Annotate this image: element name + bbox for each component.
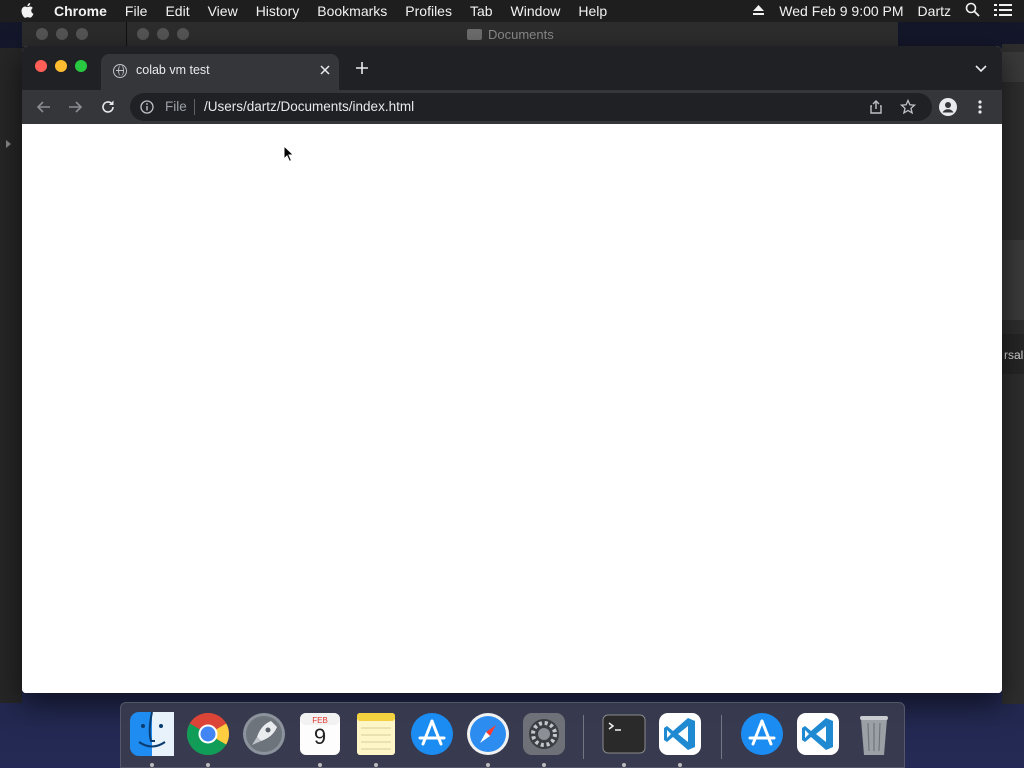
menu-tab[interactable]: Tab [470, 3, 493, 19]
menu-view[interactable]: View [208, 3, 238, 19]
background-window-controls [36, 28, 88, 40]
running-indicator [486, 763, 490, 767]
dock-separator [583, 715, 584, 759]
back-arrow-icon[interactable] [34, 97, 54, 117]
running-indicator [542, 763, 546, 767]
tab-strip: colab vm test [22, 46, 1002, 90]
trash-icon [860, 716, 888, 755]
dock-app-store[interactable] [409, 711, 455, 757]
menu-file[interactable]: File [125, 3, 148, 19]
dock-launchpad[interactable] [241, 711, 287, 757]
maximize-window-button[interactable] [75, 60, 87, 72]
menu-profiles[interactable]: Profiles [405, 3, 452, 19]
running-indicator [622, 763, 626, 767]
dock-chrome[interactable] [185, 711, 231, 757]
running-indicator [318, 763, 322, 767]
background-window-edge-left [0, 48, 22, 703]
mouse-cursor-icon [283, 145, 295, 163]
share-icon[interactable] [868, 99, 884, 115]
finder-window-controls [137, 28, 189, 40]
dock-safari[interactable] [465, 711, 511, 757]
forward-arrow-icon[interactable] [65, 97, 85, 117]
background-window-edge-right: rsal [1002, 44, 1024, 704]
rocket-icon [243, 713, 285, 755]
info-icon[interactable] [140, 100, 154, 114]
dock-vscode-download[interactable] [795, 711, 841, 757]
finder-icon [130, 711, 174, 756]
finder-window-title: Documents [467, 27, 554, 42]
app-store-icon [411, 713, 453, 755]
dock-terminal[interactable] [601, 711, 647, 757]
close-tab-icon[interactable] [317, 62, 333, 78]
apple-logo-icon[interactable] [19, 0, 37, 22]
finder-window-documents[interactable]: Documents [126, 22, 898, 48]
finder-title-text: Documents [488, 27, 554, 42]
folder-icon [467, 29, 482, 40]
background-text-fragment: rsal [1004, 348, 1024, 362]
browser-toolbar: File /Users/dartz/Documents/index.html [22, 90, 1002, 124]
dock-calendar[interactable]: FEB 9 [297, 711, 343, 757]
menu-help[interactable]: Help [578, 3, 607, 19]
dock-system-preferences[interactable] [521, 711, 567, 757]
tab-active[interactable]: colab vm test [101, 54, 339, 90]
new-tab-icon[interactable] [354, 60, 370, 76]
tab-search-chevron-icon[interactable] [974, 62, 988, 76]
menu-app-chrome[interactable]: Chrome [54, 3, 107, 19]
chrome-icon [186, 713, 230, 756]
reload-icon[interactable] [98, 97, 118, 117]
gear-icon [523, 713, 565, 755]
omnibox-divider [194, 99, 195, 115]
minimize-window-button[interactable] [55, 60, 67, 72]
running-indicator [206, 763, 210, 767]
app-store-icon [741, 713, 783, 755]
menu-edit[interactable]: Edit [165, 3, 189, 19]
safari-compass-icon [467, 713, 509, 755]
url-text[interactable]: /Users/dartz/Documents/index.html [204, 99, 414, 114]
menu-window[interactable]: Window [511, 3, 561, 19]
notes-icon [357, 713, 395, 755]
menu-bar: Chrome File Edit View History Bookmarks … [0, 0, 1024, 22]
dock-trash[interactable] [851, 711, 897, 757]
menu-bookmarks[interactable]: Bookmarks [317, 3, 387, 19]
terminal-icon [602, 714, 646, 754]
eject-icon[interactable] [752, 3, 765, 19]
url-scheme-label: File [165, 99, 187, 114]
menubar-clock[interactable]: Wed Feb 9 9:00 PM [779, 3, 903, 19]
profile-avatar-icon[interactable] [938, 97, 958, 117]
calendar-day: 9 [313, 724, 327, 749]
globe-icon [113, 64, 127, 78]
dock-separator [721, 715, 722, 759]
close-window-button[interactable] [35, 60, 47, 72]
vscode-icon [659, 713, 701, 755]
running-indicator [150, 763, 154, 767]
bookmark-star-icon[interactable] [899, 98, 917, 115]
page-content[interactable] [22, 124, 1002, 693]
control-center-icon[interactable] [994, 3, 1012, 20]
running-indicator [374, 763, 378, 767]
vscode-icon [797, 713, 839, 755]
dock: FEB 9 [120, 702, 905, 768]
menubar-user[interactable]: Dartz [918, 3, 951, 19]
spotlight-search-icon[interactable] [965, 2, 980, 20]
dock-finder[interactable] [129, 711, 175, 757]
window-controls [35, 60, 87, 72]
chrome-menu-icon[interactable] [970, 97, 990, 117]
chrome-window: colab vm test File /Users/dartz/Document… [22, 46, 1002, 693]
tab-title: colab vm test [136, 63, 210, 77]
dock-notes[interactable] [353, 711, 399, 757]
menu-history[interactable]: History [256, 3, 300, 19]
dock-downloads-app-store[interactable] [739, 711, 785, 757]
address-bar[interactable]: File /Users/dartz/Documents/index.html [130, 93, 932, 121]
dock-vscode[interactable] [657, 711, 703, 757]
running-indicator [678, 763, 682, 767]
